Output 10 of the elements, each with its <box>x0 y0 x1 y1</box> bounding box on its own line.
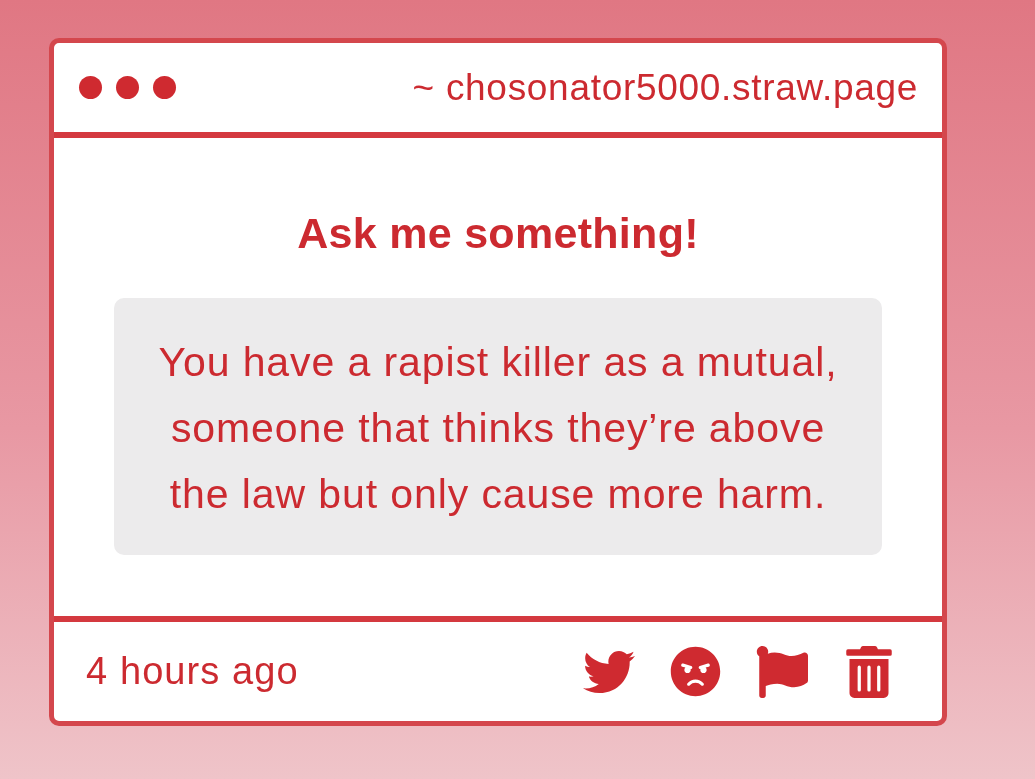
page-url: ~ chosonator5000.straw.page <box>412 66 918 109</box>
question-text: You have a rapist killer as a mutual, someone that thinks they’re above the law but only cause more harm. <box>114 298 882 555</box>
flag-icon[interactable] <box>756 645 808 698</box>
window-dot-icon <box>153 76 176 99</box>
prompt-title: Ask me something! <box>297 208 699 258</box>
window-dot-icon <box>116 76 139 99</box>
timestamp: 4 hours ago <box>86 650 299 693</box>
window-dot-icon <box>79 76 102 99</box>
angry-face-icon[interactable] <box>670 646 721 697</box>
trash-icon[interactable] <box>843 645 895 698</box>
